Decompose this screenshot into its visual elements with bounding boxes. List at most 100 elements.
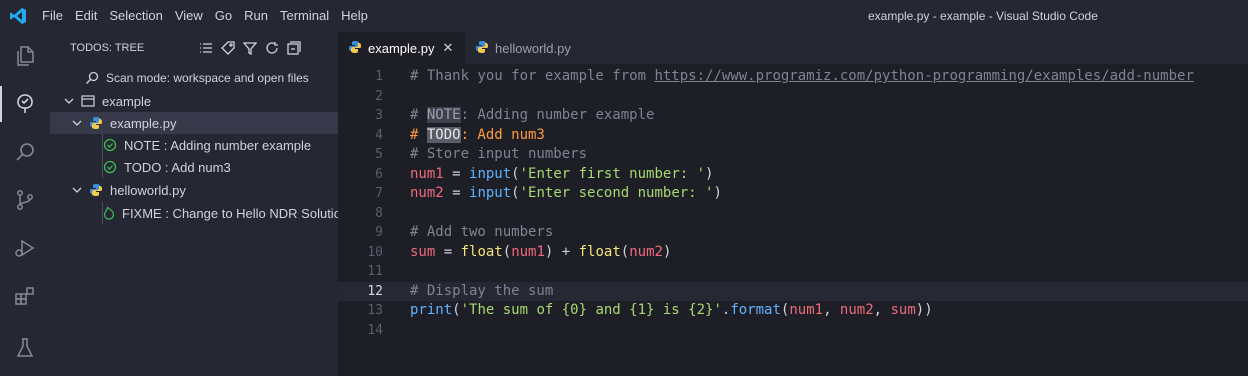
python-file-icon [475,40,489,57]
code-text: # NOTE: Adding number example [410,107,655,123]
code-text: # Display the sum [410,282,554,299]
line-number: 11 [367,264,383,279]
chevron-down-icon [70,116,84,130]
line-number: 10 [367,244,383,260]
todo-item-label: TODO : Add num3 [124,159,231,175]
code-text: sum = float(num1) + float(num2) [410,243,672,260]
code-line-current[interactable]: 12 # Display the sum [338,281,1248,301]
folder-row-example[interactable]: example [50,90,338,112]
check-circle-icon [102,137,118,153]
todo-item-fixme[interactable]: FIXME : Change to Hello NDR Solutio [50,202,338,224]
code-line[interactable]: 8 [338,204,1248,224]
line-number: 4 [375,127,383,143]
search-icon [84,70,100,86]
python-file-icon [88,115,104,131]
search-icon[interactable] [0,128,50,176]
code-line[interactable]: 2 [338,87,1248,107]
code-line[interactable]: 14 [338,321,1248,341]
code-line[interactable]: 1 # Thank you for example from https://w… [338,67,1248,87]
refresh-icon[interactable] [264,40,280,56]
filter-icon[interactable] [242,40,258,56]
close-icon[interactable]: ✕ [442,40,453,56]
menu-view[interactable]: View [169,0,209,32]
code-line[interactable]: 5 # Store input numbers [338,145,1248,165]
todo-item-todo[interactable]: TODO : Add num3 [50,156,338,178]
sidebar-title: TODOS: TREE [70,42,145,54]
file-row-helloworld-py[interactable]: helloworld.py [50,179,338,201]
code-line[interactable]: 13 print('The sum of {0} and {1} is {2}'… [338,301,1248,321]
code-line[interactable]: 10 sum = float(num1) + float(num2) [338,243,1248,263]
todo-item-label: NOTE : Adding number example [124,137,312,153]
menu-bar: File Edit Selection View Go Run Terminal… [36,0,374,32]
activity-bar [0,32,50,376]
line-number: 2 [375,88,383,104]
menu-edit[interactable]: Edit [69,0,103,32]
todo-tree-icon[interactable] [0,80,50,128]
menu-help[interactable]: Help [335,0,374,32]
title-bar: File Edit Selection View Go Run Terminal… [0,0,1248,32]
comment-token: # Thank you for example from [410,68,655,84]
menu-go[interactable]: Go [209,0,238,32]
code-line[interactable]: 9 # Add two numbers [338,223,1248,243]
extensions-icon[interactable] [0,272,50,320]
collapse-all-icon[interactable] [286,40,302,56]
line-number: 1 [375,69,383,84]
tab-helloworld-py[interactable]: helloworld.py [465,32,595,64]
source-control-icon[interactable] [0,176,50,224]
run-debug-icon[interactable] [0,224,50,272]
line-number: 6 [375,166,383,182]
code-text: # Store input numbers [410,146,588,162]
folder-label: example [102,93,152,109]
line-number: 8 [375,205,383,221]
code-line[interactable]: 6 num1 = input('Enter first number: ') [338,165,1248,185]
explorer-icon[interactable] [0,32,50,80]
vscode-logo-icon [0,0,36,32]
file-label: example.py [110,115,177,131]
code-text: num1 = input('Enter first number: ') [410,165,714,182]
file-label: helloworld.py [110,182,186,198]
line-number: 9 [375,225,383,240]
list-view-icon[interactable] [198,40,214,56]
code-text: print('The sum of {0} and {1} is {2}'.fo… [410,302,933,318]
code-line[interactable]: 7 num2 = input('Enter second number: ') [338,184,1248,204]
tab-label: example.py [368,40,435,56]
window-title: example.py - example - Visual Studio Cod… [868,9,1098,23]
chevron-down-icon [70,183,84,197]
line-number: 5 [375,147,383,162]
python-file-icon [88,182,104,198]
editor-tab-bar: example.py ✕ helloworld.py [338,32,1248,64]
comment-link[interactable]: https://www.programiz.com/python-program… [654,68,1193,84]
code-line[interactable]: 4 # TODO: Add num3 [338,126,1248,146]
menu-selection[interactable]: Selection [103,0,168,32]
sidebar-header: TODOS: TREE [50,32,338,64]
line-number: 14 [367,322,383,338]
menu-file[interactable]: File [36,0,69,32]
todo-item-label: FIXME : Change to Hello NDR Solutio [122,205,338,221]
file-row-example-py[interactable]: example.py [50,112,338,134]
folder-icon [80,93,96,109]
code-text: # Add two numbers [410,224,554,240]
python-file-icon [348,40,362,57]
line-number: 12 [367,283,383,299]
menu-run[interactable]: Run [238,0,274,32]
check-circle-icon [102,159,118,175]
scan-mode-row[interactable]: Scan mode: workspace and open files [50,67,338,89]
scan-mode-label: Scan mode: workspace and open files [106,71,309,85]
code-line[interactable]: 3 # NOTE: Adding number example [338,106,1248,126]
tab-label: helloworld.py [495,40,571,56]
code-text: num2 = input('Enter second number: ') [410,185,722,201]
line-number: 7 [375,186,383,201]
testing-icon[interactable] [0,324,50,372]
chevron-down-icon [62,94,76,108]
line-number: 3 [375,108,383,123]
tab-example-py[interactable]: example.py ✕ [338,32,465,64]
tag-icon[interactable] [220,40,236,56]
code-text: # TODO: Add num3 [410,126,545,143]
todo-item-note[interactable]: NOTE : Adding number example [50,134,338,156]
code-editor[interactable]: 1 # Thank you for example from https://w… [338,64,1248,376]
sidebar-actions [198,32,302,64]
code-line[interactable]: 11 [338,262,1248,282]
line-number: 13 [367,303,383,318]
menu-terminal[interactable]: Terminal [274,0,335,32]
code-text: # Thank you for example from https://www… [410,67,1194,87]
